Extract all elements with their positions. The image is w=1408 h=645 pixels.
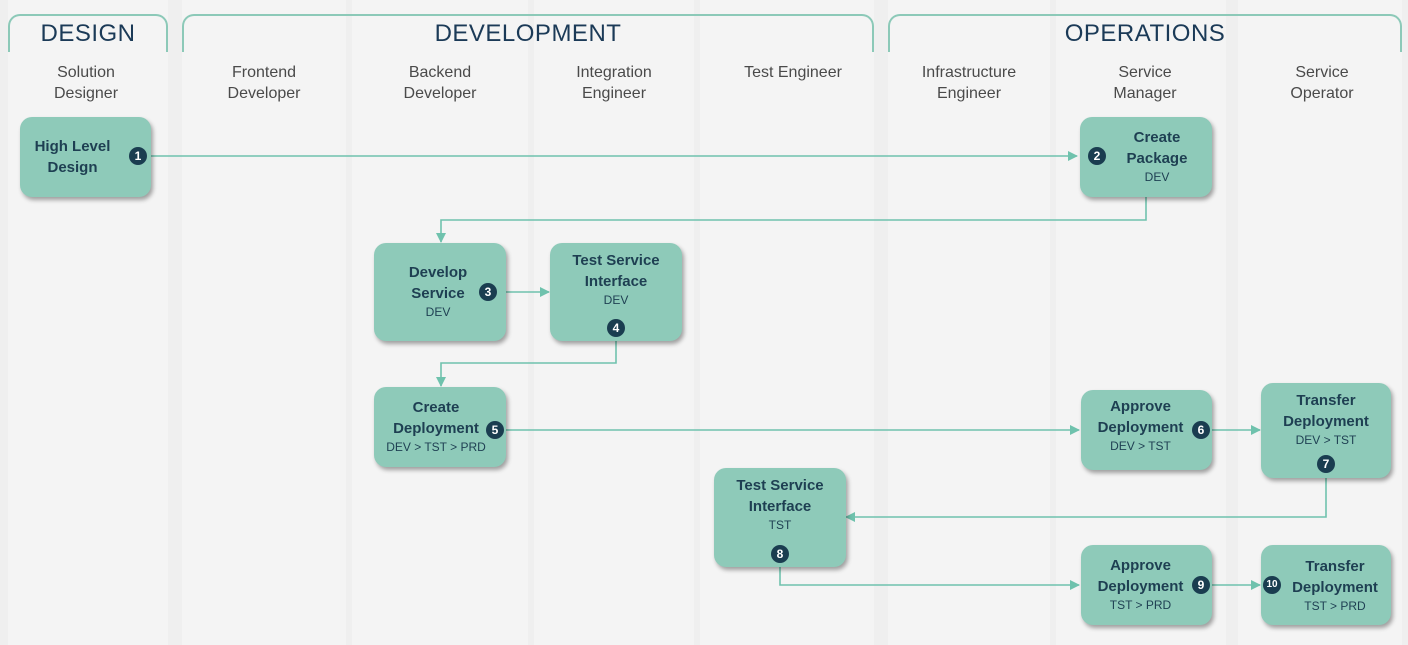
step-environment: DEV > TST > PRD [386, 440, 486, 454]
step-number-badge: 6 [1192, 421, 1210, 439]
step-environment: TST [768, 518, 792, 532]
step-number-badge: 9 [1192, 576, 1210, 594]
step-environment: DEV > TST [1110, 439, 1171, 453]
step-number-badge: 4 [607, 319, 625, 337]
step-title: High Level Design [34, 138, 111, 176]
step-number-badge: 1 [129, 147, 147, 165]
step-environment: DEV > TST [1295, 433, 1357, 447]
step-title: Approve Deployment [1097, 557, 1184, 595]
step-number-badge: 7 [1317, 455, 1335, 473]
step-number-badge: 10 [1263, 576, 1281, 594]
connector-8-to-9 [779, 566, 1080, 590]
step-environment: TST > PRD [1304, 599, 1366, 613]
step-number-badge: 5 [486, 421, 504, 439]
step-environment: DEV [425, 305, 451, 319]
step-environment: DEV [603, 293, 629, 307]
step-environment: DEV [1144, 170, 1170, 184]
step-title: Test Service Interface [736, 477, 824, 515]
step-title: Transfer Deployment [1283, 392, 1369, 430]
step-number-badge: 2 [1088, 147, 1106, 165]
step-number-badge: 3 [479, 283, 497, 301]
step-title: Create Deployment [393, 399, 479, 437]
step-title: Approve Deployment [1097, 398, 1184, 436]
step-environment: TST > PRD [1109, 598, 1172, 612]
connector-2-to-3 [436, 197, 1147, 243]
step-title: Test Service Interface [572, 252, 660, 290]
connector-4-to-5 [436, 340, 617, 387]
step-title: Transfer Deployment [1292, 558, 1378, 596]
connector-7-to-8 [845, 478, 1327, 522]
step-number-badge: 8 [771, 545, 789, 563]
step-title: Create Package [1126, 129, 1188, 167]
